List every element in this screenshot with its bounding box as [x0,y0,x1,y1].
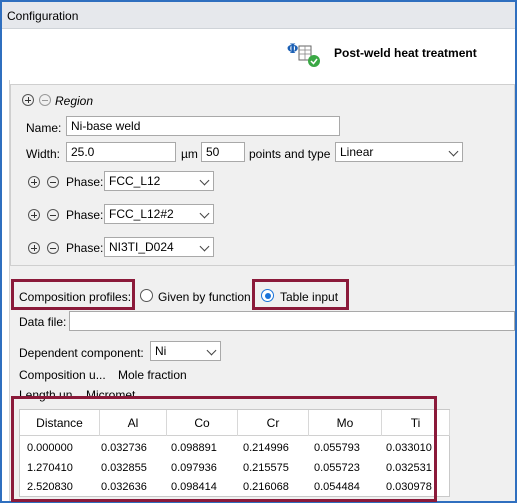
left-strip [2,80,10,501]
phase-select[interactable]: FCC_L12#2 [104,204,214,224]
phase-label: Phase: [66,241,104,255]
phase-value: NI3TI_D024 [109,240,174,254]
data-file-input[interactable] [69,311,515,331]
dependent-component-value: Ni [155,344,167,358]
add-region-icon[interactable] [22,94,34,106]
composition-profiles-label: Composition profiles: [19,290,132,304]
remove-phase-icon[interactable] [47,176,59,188]
points-type-value: Linear [340,145,374,159]
svg-text:Φ: Φ [287,42,298,57]
phase-value: FCC_L12#2 [109,207,174,221]
region-name-input[interactable]: Ni-base weld [66,116,340,136]
remove-phase-icon[interactable] [47,242,59,254]
phase-select[interactable]: FCC_L12 [104,171,214,191]
node-title: Post-weld heat treatment [334,46,477,60]
dependent-component-label: Dependent component: [19,346,144,360]
width-input[interactable]: 25.0 [66,142,176,162]
title-bar: Configuration [2,2,515,29]
chevron-down-icon [199,208,210,219]
phase-value: FCC_L12 [109,174,161,188]
add-phase-icon[interactable] [28,242,40,254]
highlight-box [11,396,437,502]
chevron-down-icon [199,175,210,186]
window-title: Configuration [7,9,79,23]
heat-treatment-node-icon: Φ [287,42,320,67]
remove-region-icon[interactable] [39,94,51,106]
given-by-function-radio[interactable] [140,289,153,302]
given-by-function-label: Given by function [158,290,251,304]
chevron-down-icon [199,241,210,252]
region-section-label: Region [55,94,94,108]
table-input-label: Table input [280,290,339,304]
composition-unit-value[interactable]: Mole fraction [118,368,187,382]
remove-phase-icon[interactable] [47,209,59,221]
width-label: Width: [26,147,61,161]
chevron-down-icon [206,345,217,356]
data-file-label: Data file: [19,315,67,329]
add-phase-icon[interactable] [28,176,40,188]
chevron-down-icon [448,146,459,157]
composition-unit-label: Composition u... [19,368,106,382]
points-input[interactable]: 50 [201,142,245,162]
phase-select[interactable]: NI3TI_D024 [104,237,214,257]
width-unit-label: µm [181,147,198,161]
name-label: Name: [26,121,62,135]
table-input-radio[interactable] [261,289,274,302]
phase-label: Phase: [66,175,104,189]
points-type-label: points and type [249,147,331,161]
dependent-component-select[interactable]: Ni [150,341,221,361]
points-type-select[interactable]: Linear [335,142,463,162]
add-phase-icon[interactable] [28,209,40,221]
phase-label: Phase: [66,208,104,222]
